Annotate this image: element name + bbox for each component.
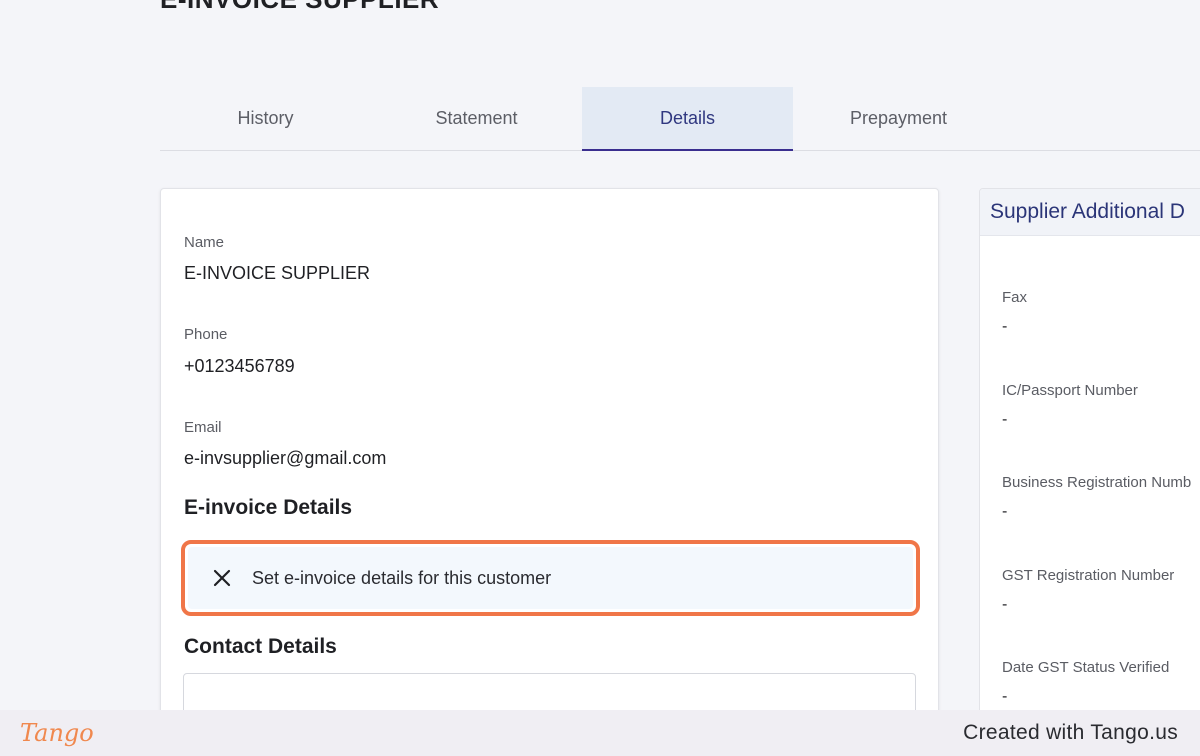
fax-label: Fax: [1002, 289, 1028, 306]
details-card: Name E-INVOICE SUPPLIER Phone +012345678…: [160, 188, 939, 756]
tango-footer: Tango Created with Tango.us: [0, 710, 1200, 756]
einvoice-highlight: Set e-invoice details for this customer: [181, 540, 920, 616]
gst-reg-value: -: [1002, 596, 1008, 613]
footer-credit: Created with Tango.us: [963, 721, 1178, 744]
ic-passport-value: -: [1002, 411, 1008, 428]
business-reg-value: -: [1002, 503, 1008, 520]
business-reg-label: Business Registration Numb: [1002, 474, 1192, 491]
email-value: e-invsupplier@gmail.com: [184, 448, 387, 468]
gst-date-value: -: [1002, 688, 1008, 705]
close-icon: [213, 569, 231, 587]
phone-value: +0123456789: [184, 356, 295, 376]
name-value: E-INVOICE SUPPLIER: [184, 263, 371, 283]
page-title: E-INVOICE SUPPLIER: [160, 0, 439, 15]
tab-history[interactable]: History: [160, 87, 371, 150]
phone-label: Phone: [184, 326, 228, 343]
ic-passport-label: IC/Passport Number: [1002, 382, 1138, 399]
set-einvoice-button[interactable]: Set e-invoice details for this customer: [188, 547, 913, 609]
tango-logo: Tango: [20, 719, 94, 747]
tab-bar: History Statement Details Prepayment: [160, 87, 1200, 151]
gst-date-label: Date GST Status Verified: [1002, 659, 1170, 676]
tab-prepayment[interactable]: Prepayment: [793, 87, 1004, 150]
set-einvoice-label: Set e-invoice details for this customer: [252, 567, 552, 588]
tab-details[interactable]: Details: [582, 87, 793, 151]
fax-value: -: [1002, 318, 1008, 335]
gst-reg-label: GST Registration Number: [1002, 567, 1175, 584]
supplier-additional-card: Supplier Additional D Fax - IC/Passport …: [979, 188, 1200, 756]
supplier-additional-title: Supplier Additional D: [980, 189, 1200, 236]
contact-section-title: Contact Details: [184, 635, 337, 658]
email-label: Email: [184, 419, 222, 436]
name-label: Name: [184, 234, 225, 251]
tab-statement[interactable]: Statement: [371, 87, 582, 150]
einvoice-section-title: E-invoice Details: [184, 496, 353, 519]
